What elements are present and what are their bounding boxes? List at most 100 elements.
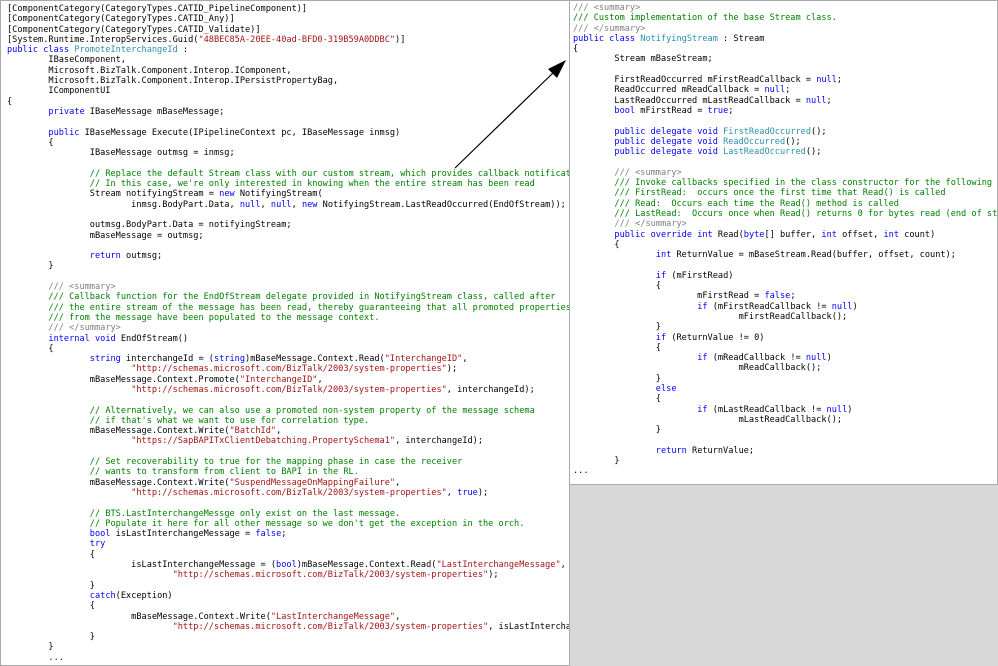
code-token: null — [764, 85, 786, 96]
code-line: /// <summary> — [573, 168, 997, 178]
code-token: // wants to transform from client to BAP… — [89, 467, 359, 478]
code-token: isLastInterchangeMessage = ( — [7, 560, 277, 571]
code-token: { — [7, 137, 54, 148]
code-token: bool — [276, 560, 297, 571]
code-token: ; — [790, 291, 796, 302]
code-token: IBaseMessage Execute(IPipelineContext pc… — [79, 127, 401, 138]
code-token: /// the entire stream of the message has… — [48, 302, 570, 313]
code-line: IComponentUI — [7, 86, 569, 96]
code-token: mFirstReadCallback(); — [573, 311, 848, 322]
code-token: (Exception) — [115, 590, 173, 601]
code-line: LastReadOccurred mLastReadCallback = nul… — [573, 96, 997, 106]
code-token: /// from the message have been populated… — [48, 312, 380, 323]
code-line: { — [7, 97, 569, 107]
code-token: { — [573, 394, 661, 405]
code-line: try — [7, 539, 569, 549]
code-token: FirstReadOccurred mFirstReadCallback = — [573, 75, 817, 86]
code-token: public override int — [614, 229, 713, 240]
code-line: Microsoft.BizTalk.Component.Interop.IPer… — [7, 76, 569, 86]
code-token: /// — [614, 219, 636, 230]
code-token: null — [831, 301, 853, 312]
code-token: /// — [48, 282, 70, 293]
code-token: { — [7, 601, 95, 612]
code-token: /// — [573, 3, 594, 13]
code-token: string — [89, 354, 121, 365]
code-token: // Set recoverability to true for the ma… — [89, 457, 463, 468]
code-token: EndOfStream() — [115, 333, 189, 344]
code-line: mBaseMessage.Context.Write("BatchId", — [7, 426, 569, 436]
code-token: ) — [826, 353, 832, 364]
code-token: } — [573, 322, 661, 333]
code-line: } — [573, 374, 997, 384]
code-token: offset, — [836, 229, 884, 240]
code-token: return — [89, 251, 121, 262]
code-token: // if that's what we want to use for cor… — [89, 415, 370, 426]
code-token: "InterchangeID" — [384, 354, 463, 365]
code-token: )mBaseMessage.Context.Read( — [296, 560, 437, 571]
code-token: null — [805, 353, 827, 364]
code-token: ; — [836, 75, 843, 86]
code-token: /// Custom implementation of the base St… — [573, 13, 837, 24]
code-line: public IBaseMessage Execute(IPipelineCon… — [7, 128, 569, 138]
code-token: , — [560, 560, 566, 571]
code-token: , — [462, 354, 468, 365]
code-token: // Replace the default Stream class with… — [89, 168, 570, 179]
code-token: ; — [281, 529, 287, 540]
code-line: mFirstReadCallback(); — [573, 312, 997, 322]
code-token: ; — [826, 95, 832, 106]
code-token: { — [7, 549, 95, 560]
code-token: byte — [743, 229, 765, 240]
code-token: (mFirstReadCallback != — [707, 301, 832, 312]
code-line: public class PromoteInterchangeId : — [7, 45, 569, 55]
code-line: [System.Runtime.InteropServices.Guid("48… — [7, 35, 569, 45]
code-line: { — [573, 343, 997, 353]
code-line: } — [7, 261, 569, 271]
code-token: (mLastReadCallback != — [707, 404, 827, 415]
code-line: string interchangeId = (string)mBaseMess… — [7, 354, 569, 364]
code-token: // BTS.LastInterchangeMessge only exist … — [89, 508, 401, 519]
left-code-panel: [ComponentCategory(CategoryTypes.CATID_P… — [0, 0, 570, 666]
code-token: public delegate void — [614, 126, 724, 137]
code-line: { — [573, 240, 997, 250]
code-token: null — [816, 75, 837, 86]
code-line: /// Invoke callbacks specified in the cl… — [573, 178, 997, 188]
code-token: [System.Runtime.InteropServices.Guid( — [7, 34, 199, 45]
code-token: , interchangeId); — [395, 436, 484, 447]
code-token: mBaseMessage.Context.Promote( — [7, 374, 240, 385]
code-token: LastReadOccurred mLastReadCallback = — [573, 95, 806, 106]
code-token: "SuspendMessageOnMappingFailure" — [229, 477, 396, 488]
code-line: ... — [573, 466, 997, 476]
code-line: "https://SapBAPITxClientDebatching.Prope… — [7, 436, 569, 446]
code-line: mBaseMessage.Context.Write("SuspendMessa… — [7, 478, 569, 488]
code-line: [ComponentCategory(CategoryTypes.CATID_V… — [7, 25, 569, 35]
code-line: "http://schemas.microsoft.com/BizTalk/20… — [7, 622, 569, 632]
code-token: IBaseComponent, — [7, 55, 126, 66]
code-token: /// Invoke callbacks specified in the cl… — [614, 178, 998, 189]
code-token: null — [239, 199, 261, 210]
code-token: inmsg.BodyPart.Data, — [7, 199, 240, 210]
code-token: public delegate void — [614, 147, 724, 158]
